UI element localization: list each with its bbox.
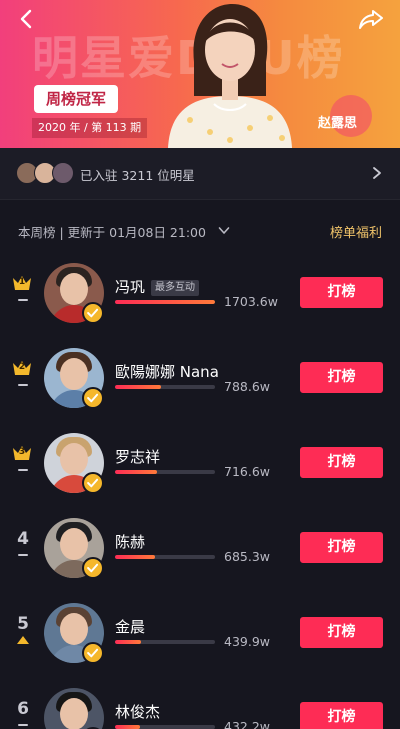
heat-progress-bar [115, 725, 215, 729]
star-name-text: 陈赫 [115, 533, 146, 551]
star-avatar[interactable] [44, 603, 104, 664]
vote-button[interactable]: 打榜 [300, 702, 383, 729]
heat-progress-bar [115, 470, 215, 474]
trend-flat-icon [18, 724, 28, 726]
ranking-row[interactable]: 5 金晨 439.9w 打榜 [0, 590, 400, 675]
banner: 明星爱DOU榜 周榜冠军 2020 年 / 第 113 期 赵露思 [0, 0, 400, 148]
star-name-text: 林俊杰 [115, 703, 161, 721]
ranking-row[interactable]: 2 歐陽娜娜 Nana 788.6w 打榜 [0, 335, 400, 420]
rank-indicator: 6 [8, 699, 38, 729]
vote-button[interactable]: 打榜 [300, 532, 383, 563]
star-name: 赵露思 [318, 116, 358, 131]
heat-progress-bar [115, 385, 215, 389]
ranking-row[interactable]: 3 罗志祥 716.6w 打榜 [0, 420, 400, 505]
rank-indicator: 4 [8, 529, 38, 565]
rank-number: 1 [18, 277, 26, 287]
heat-progress-bar [115, 300, 215, 304]
trend-flat-icon [18, 554, 28, 556]
trend-up-icon [17, 636, 29, 644]
ranking-row[interactable]: 1 冯巩 最多互动 1703.6w 打榜 [0, 250, 400, 335]
star-name[interactable]: 冯巩 最多互动 [115, 276, 200, 297]
rank-number: 3 [18, 447, 26, 457]
vote-button[interactable]: 打榜 [300, 362, 383, 393]
chevron-right-icon [373, 167, 381, 179]
chevron-down-icon[interactable] [218, 226, 230, 235]
star-name-text: 罗志祥 [115, 448, 161, 466]
period-label: 2020 年 / 第 113 期 [32, 118, 148, 138]
rank-number: 4 [17, 529, 29, 549]
ranking-row[interactable]: 6 林俊杰 432.2w 打榜 [0, 675, 400, 729]
heat-score: 1703.6w [224, 294, 278, 309]
star-name[interactable]: 金晨 [115, 616, 145, 637]
verified-badge-icon [82, 557, 104, 579]
vote-button[interactable]: 打榜 [300, 617, 383, 648]
rank-number: 6 [17, 699, 29, 719]
star-name-text: 歐陽娜娜 Nana [115, 363, 219, 381]
weekly-champion-badge: 周榜冠军 [34, 85, 118, 113]
trend-flat-icon [18, 469, 28, 471]
star-name[interactable]: 歐陽娜娜 Nana [115, 361, 219, 382]
heat-progress-fill [115, 300, 215, 304]
avatar-face [60, 528, 88, 560]
interaction-tag: 最多互动 [151, 280, 200, 296]
heat-progress-fill [115, 555, 155, 559]
heat-score: 439.9w [224, 634, 271, 649]
heat-score: 685.3w [224, 549, 271, 564]
star-avatar[interactable] [44, 688, 104, 729]
joined-count-text: 已入驻 3211 位明星 [80, 168, 195, 183]
avatar-face [60, 273, 88, 305]
vote-button[interactable]: 打榜 [300, 447, 383, 478]
avatar-face [60, 698, 88, 729]
heat-progress-fill [115, 640, 141, 644]
star-name[interactable]: 陈赫 [115, 531, 145, 552]
star-name[interactable]: 林俊杰 [115, 701, 160, 722]
verified-badge-icon [82, 387, 104, 409]
star-avatar[interactable] [44, 433, 104, 494]
verified-badge-icon [82, 302, 104, 324]
heat-score: 716.6w [224, 464, 271, 479]
joined-avatars [16, 162, 76, 186]
rank-indicator: 2 [8, 359, 38, 395]
vote-button[interactable]: 打榜 [300, 277, 383, 308]
rank-number: 5 [17, 614, 29, 634]
rank-indicator: 1 [8, 274, 38, 310]
star-name[interactable]: 罗志祥 [115, 446, 160, 467]
verified-badge-icon [82, 642, 104, 664]
avatar-face [60, 443, 88, 475]
ranking-update-info[interactable]: 本周榜 | 更新于 01月08日 21:00 [18, 222, 206, 241]
heat-progress-fill [115, 470, 157, 474]
trend-flat-icon [18, 299, 28, 301]
share-icon[interactable] [358, 8, 384, 30]
ranking-row[interactable]: 4 陈赫 685.3w 打榜 [0, 505, 400, 590]
heat-progress-bar [115, 555, 215, 559]
hero-portrait [168, 4, 292, 148]
avatar-face [60, 358, 88, 390]
heat-progress-bar [115, 640, 215, 644]
star-avatar[interactable] [44, 263, 104, 324]
rank-indicator: 5 [8, 614, 38, 650]
ranking-benefits-link[interactable]: 榜单福利 [330, 222, 382, 241]
avatar-face [60, 613, 88, 645]
avatar [52, 162, 74, 184]
verified-badge-icon [82, 472, 104, 494]
star-avatar[interactable] [44, 518, 104, 579]
heat-progress-fill [115, 725, 140, 729]
star-avatar[interactable] [44, 348, 104, 409]
avatar [44, 688, 104, 729]
star-name-text: 金晨 [115, 618, 146, 636]
rank-indicator: 3 [8, 444, 38, 480]
joined-stars-row[interactable]: 已入驻 3211 位明星 [0, 148, 400, 200]
back-icon[interactable] [16, 8, 38, 30]
star-name-text: 冯巩 [115, 278, 146, 296]
heat-progress-fill [115, 385, 161, 389]
trend-flat-icon [18, 384, 28, 386]
heat-score: 432.2w [224, 719, 271, 729]
heat-score: 788.6w [224, 379, 271, 394]
rank-number: 2 [18, 362, 26, 372]
